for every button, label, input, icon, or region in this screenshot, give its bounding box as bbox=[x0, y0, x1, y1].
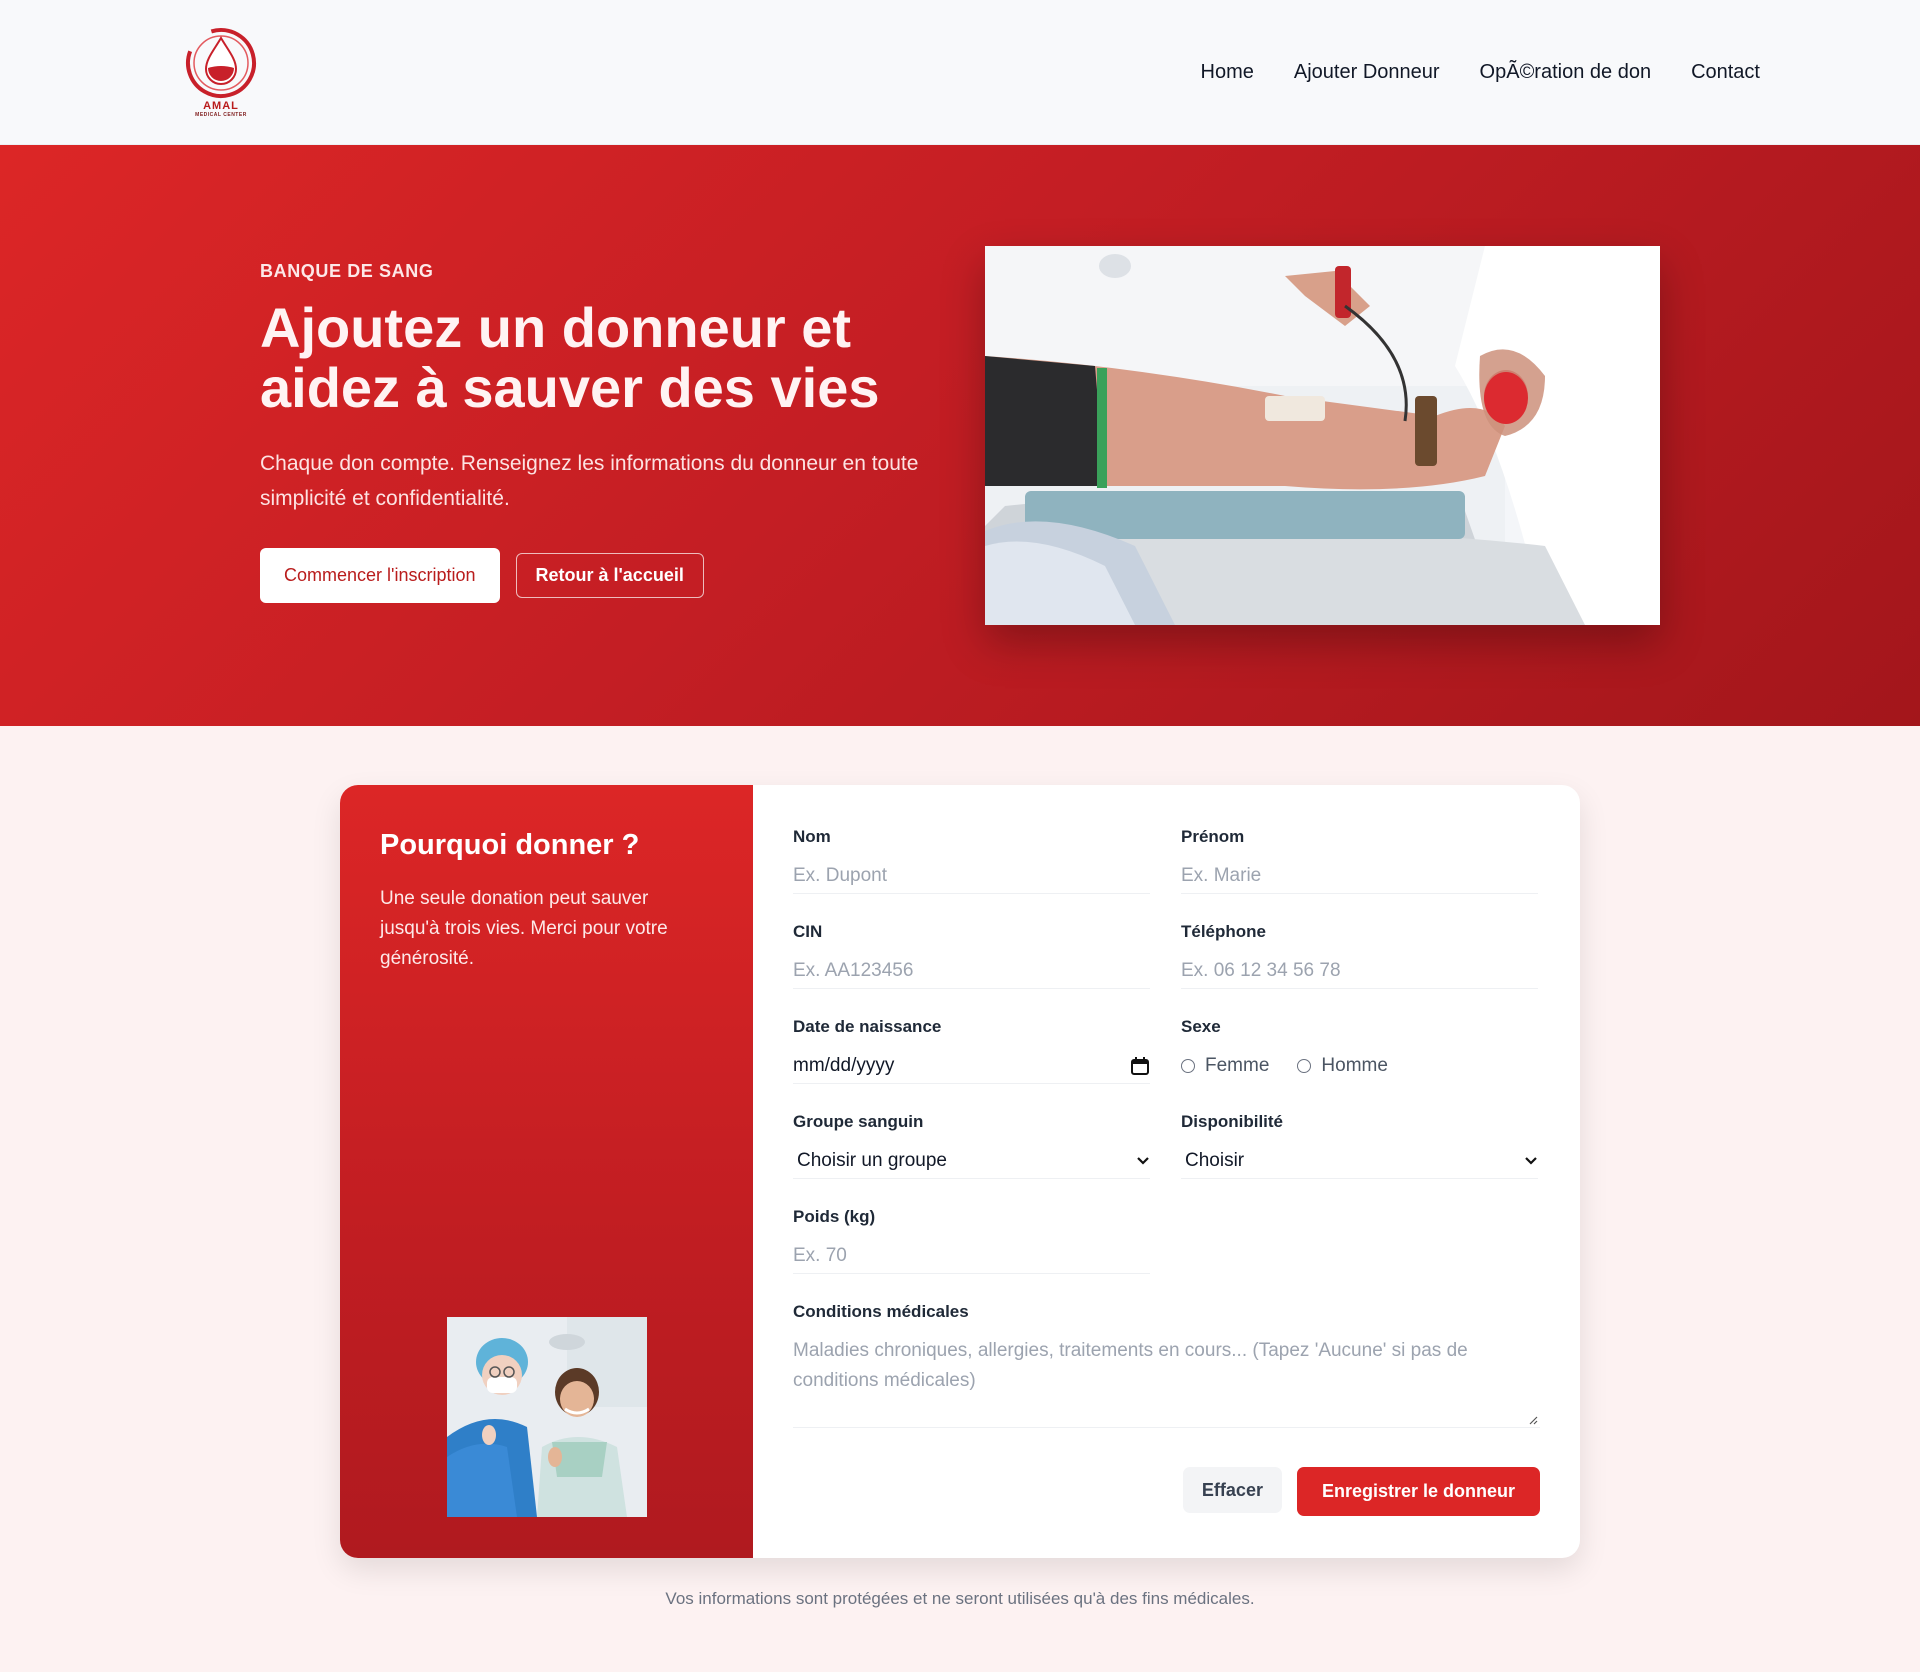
calendar-icon[interactable] bbox=[1130, 1056, 1150, 1076]
radio-femme[interactable] bbox=[1181, 1059, 1195, 1073]
radio-homme[interactable] bbox=[1297, 1059, 1312, 1073]
nav-operation-de-don[interactable]: OpÃ©ration de don bbox=[1480, 61, 1652, 84]
save-donor-button[interactable]: Enregistrer le donneur bbox=[1296, 1467, 1540, 1516]
sexe-option-femme[interactable]: Femme bbox=[1181, 1055, 1269, 1077]
telephone-input[interactable]: Ex. 06 12 34 56 78 bbox=[1181, 954, 1538, 989]
nom-field: Nom Ex. Dupont bbox=[793, 827, 1150, 922]
empty-cell bbox=[1181, 1207, 1538, 1302]
groupe-selected-value: Choisir un groupe bbox=[797, 1150, 947, 1171]
hero-title: Ajoutez un donneur et aidez à sauver des… bbox=[260, 298, 960, 418]
disponibilite-select[interactable]: Choisir bbox=[1181, 1144, 1538, 1179]
prenom-label: Prénom bbox=[1181, 827, 1245, 846]
blood-donation-photo bbox=[985, 246, 1660, 625]
donor-form-card: Pourquoi donner ? Une seule donation peu… bbox=[340, 785, 1580, 1558]
cin-label: CIN bbox=[793, 922, 823, 941]
why-donate-title: Pourquoi donner ? bbox=[380, 829, 640, 861]
groupe-field: Groupe sanguin Choisir un groupe bbox=[793, 1112, 1150, 1207]
conditions-field: Conditions médicales Maladies chroniques… bbox=[793, 1302, 1540, 1428]
groupe-label: Groupe sanguin bbox=[793, 1112, 924, 1131]
dentist-child-photo bbox=[447, 1317, 647, 1517]
nom-label: Nom bbox=[793, 827, 831, 846]
sexe-radio-group: Femme Homme bbox=[1181, 1055, 1538, 1077]
conditions-label: Conditions médicales bbox=[793, 1302, 969, 1321]
birthdate-input[interactable]: mm/dd/yyyy bbox=[793, 1049, 1150, 1084]
birthdate-label: Date de naissance bbox=[793, 1017, 942, 1036]
hero-section: BANQUE DE SANG Ajoutez un donneur et aid… bbox=[0, 145, 1920, 726]
blood-drop-logo-icon bbox=[186, 28, 256, 98]
hero-eyebrow: BANQUE DE SANG bbox=[260, 261, 434, 281]
nav-home[interactable]: Home bbox=[1201, 61, 1254, 84]
chevron-down-icon bbox=[1525, 1157, 1537, 1165]
birthdate-field: Date de naissance mm/dd/yyyy bbox=[793, 1017, 1150, 1112]
disponibilite-field: Disponibilité Choisir bbox=[1181, 1112, 1538, 1207]
sexe-option-homme[interactable]: Homme bbox=[1297, 1055, 1388, 1077]
sexe-label: Sexe bbox=[1181, 1017, 1221, 1036]
hero-buttons: Commencer l'inscription Retour à l'accue… bbox=[260, 548, 960, 603]
resize-handle-icon[interactable] bbox=[1528, 1415, 1538, 1425]
start-registration-button[interactable]: Commencer l'inscription bbox=[260, 548, 500, 603]
nav-ajouter-donneur[interactable]: Ajouter Donneur bbox=[1294, 61, 1440, 84]
donor-form: Nom Ex. Dupont Prénom Ex. Marie CIN Ex. … bbox=[753, 785, 1580, 1558]
back-home-button[interactable]: Retour à l'accueil bbox=[515, 553, 704, 598]
form-actions: Effacer Enregistrer le donneur bbox=[1182, 1467, 1540, 1516]
poids-input[interactable]: Ex. 70 bbox=[793, 1239, 1150, 1274]
hero-text: BANQUE DE SANG Ajoutez un donneur et aid… bbox=[260, 261, 960, 603]
why-donate-text: Une seule donation peut sauver jusqu'à t… bbox=[380, 888, 668, 969]
navbar: AMAL MEDICAL CENTER Home Ajouter Donneur… bbox=[0, 0, 1920, 145]
main-nav: Home Ajouter Donneur OpÃ©ration de don C… bbox=[1201, 61, 1760, 84]
why-donate-panel: Pourquoi donner ? Une seule donation peu… bbox=[340, 785, 753, 1558]
disponibilite-label: Disponibilité bbox=[1181, 1112, 1283, 1131]
hero-title-line-2: aidez à sauver des vies bbox=[260, 356, 880, 419]
cin-input[interactable]: Ex. AA123456 bbox=[793, 954, 1150, 989]
brand-subtitle: MEDICAL CENTER bbox=[195, 112, 247, 118]
nav-contact[interactable]: Contact bbox=[1691, 61, 1760, 84]
hero-lead: Chaque don compte. Renseignez les inform… bbox=[260, 452, 919, 510]
brand-logo[interactable]: AMAL MEDICAL CENTER bbox=[183, 26, 259, 118]
radio-homme-label: Homme bbox=[1321, 1055, 1388, 1076]
groupe-select[interactable]: Choisir un groupe bbox=[793, 1144, 1150, 1179]
birthdate-value: mm/dd/yyyy bbox=[793, 1055, 895, 1076]
poids-field: Poids (kg) Ex. 70 bbox=[793, 1207, 1150, 1302]
telephone-label: Téléphone bbox=[1181, 922, 1267, 941]
conditions-placeholder: Maladies chroniques, allergies, traiteme… bbox=[793, 1340, 1468, 1391]
prenom-field: Prénom Ex. Marie bbox=[1181, 827, 1538, 922]
radio-femme-label: Femme bbox=[1205, 1055, 1270, 1076]
prenom-input[interactable]: Ex. Marie bbox=[1181, 859, 1538, 894]
brand-name: AMAL bbox=[203, 100, 239, 112]
conditions-textarea[interactable]: Maladies chroniques, allergies, traiteme… bbox=[793, 1334, 1540, 1428]
disponibilite-selected-value: Choisir bbox=[1185, 1150, 1245, 1171]
telephone-field: Téléphone Ex. 06 12 34 56 78 bbox=[1181, 922, 1538, 1017]
hero-title-line-1: Ajoutez un donneur et bbox=[260, 296, 852, 359]
nom-input[interactable]: Ex. Dupont bbox=[793, 859, 1150, 894]
clear-button[interactable]: Effacer bbox=[1182, 1467, 1282, 1513]
chevron-down-icon bbox=[1137, 1157, 1149, 1165]
cin-field: CIN Ex. AA123456 bbox=[793, 922, 1150, 1017]
poids-label: Poids (kg) bbox=[793, 1207, 876, 1226]
sexe-field: Sexe Femme Homme bbox=[1181, 1017, 1538, 1112]
privacy-footnote: Vos informations sont protégées et ne se… bbox=[665, 1589, 1255, 1608]
